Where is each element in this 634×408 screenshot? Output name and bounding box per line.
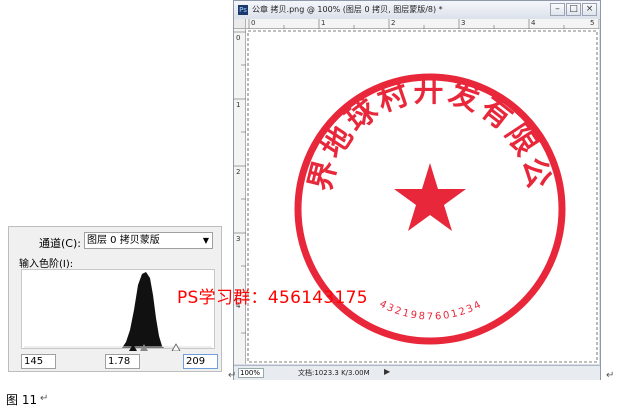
- ruler-top-label: 1: [321, 19, 326, 27]
- ruler-left-label: 3: [236, 235, 241, 243]
- ruler-top-label: 3: [461, 19, 466, 27]
- document-canvas[interactable]: 世界地球村开发有限公司 4321987601234: [230, 2, 599, 364]
- minimize-button[interactable]: –: [550, 3, 565, 16]
- maximize-button[interactable]: □: [566, 3, 581, 16]
- photoshop-document-window: Ps 公章 拷贝.png @ 100% (图层 0 拷贝, 图层蒙版/8) * …: [230, 0, 601, 380]
- close-button[interactable]: ×: [582, 3, 597, 16]
- chevron-down-icon: ▼: [202, 236, 209, 245]
- channel-select[interactable]: 图层 0 拷贝蒙版 ▼: [84, 232, 213, 249]
- status-menu-arrow-icon[interactable]: ▶: [384, 367, 390, 376]
- ruler-top-label: 5: [590, 19, 595, 27]
- white-point-slider[interactable]: [171, 343, 181, 351]
- ruler-top-label: 4: [531, 19, 536, 27]
- ruler-ticks: [248, 19, 599, 29]
- document-size-info: 文档:1023.3 K/3.00M: [298, 369, 370, 377]
- black-point-slider[interactable]: [129, 344, 137, 351]
- ruler-left-label: 1: [236, 101, 241, 109]
- histogram-graph: [24, 272, 212, 348]
- paragraph-mark: ↵: [40, 393, 49, 404]
- ruler-ticks: [234, 31, 246, 334]
- ruler-left-label: 2: [236, 168, 241, 176]
- star-icon: [394, 163, 466, 231]
- input-level-sliders: [129, 343, 181, 351]
- stamp-serial-number: 4321987601234: [377, 299, 484, 323]
- input-white-field[interactable]: 209: [183, 354, 218, 369]
- horizontal-ruler[interactable]: 0 1 2 3 4 5: [246, 19, 599, 29]
- input-levels-label: 输入色阶(I):: [19, 259, 74, 270]
- paragraph-mark: ↵: [228, 370, 237, 381]
- gamma-slider[interactable]: [140, 344, 148, 351]
- ruler-top-label: 0: [251, 19, 256, 27]
- ruler-left-label: 0: [236, 34, 241, 42]
- histogram: [21, 269, 215, 349]
- paragraph-mark: ↵: [606, 370, 615, 381]
- title-bar: Ps 公章 拷贝.png @ 100% (图层 0 拷贝, 图层蒙版/8) * …: [234, 1, 600, 20]
- stamp-company-name: 世界地球村开发有限公司: [246, 29, 557, 194]
- status-bar: 100% 文档:1023.3 K/3.00M ▶: [234, 365, 600, 380]
- document-title: 公章 拷贝.png @ 100% (图层 0 拷贝, 图层蒙版/8) *: [252, 5, 443, 14]
- channel-select-value: 图层 0 拷贝蒙版: [87, 235, 160, 246]
- channel-label: 通道(C):: [39, 237, 81, 250]
- zoom-field[interactable]: 100%: [238, 368, 264, 378]
- ruler-corner: [234, 19, 246, 29]
- figure-caption: 图 11: [6, 393, 38, 407]
- ruler-top-label: 2: [391, 19, 396, 27]
- photoshop-logo-icon: Ps: [238, 5, 248, 15]
- stamp-image: 世界地球村开发有限公司 4321987601234: [230, 2, 598, 363]
- vertical-ruler[interactable]: 0 1 2 3 4: [234, 29, 246, 364]
- ps-group-overlay-text: PS学习群：456143175: [177, 288, 368, 308]
- input-black-field[interactable]: 145: [21, 354, 56, 369]
- input-gamma-field[interactable]: 1.78: [105, 354, 140, 369]
